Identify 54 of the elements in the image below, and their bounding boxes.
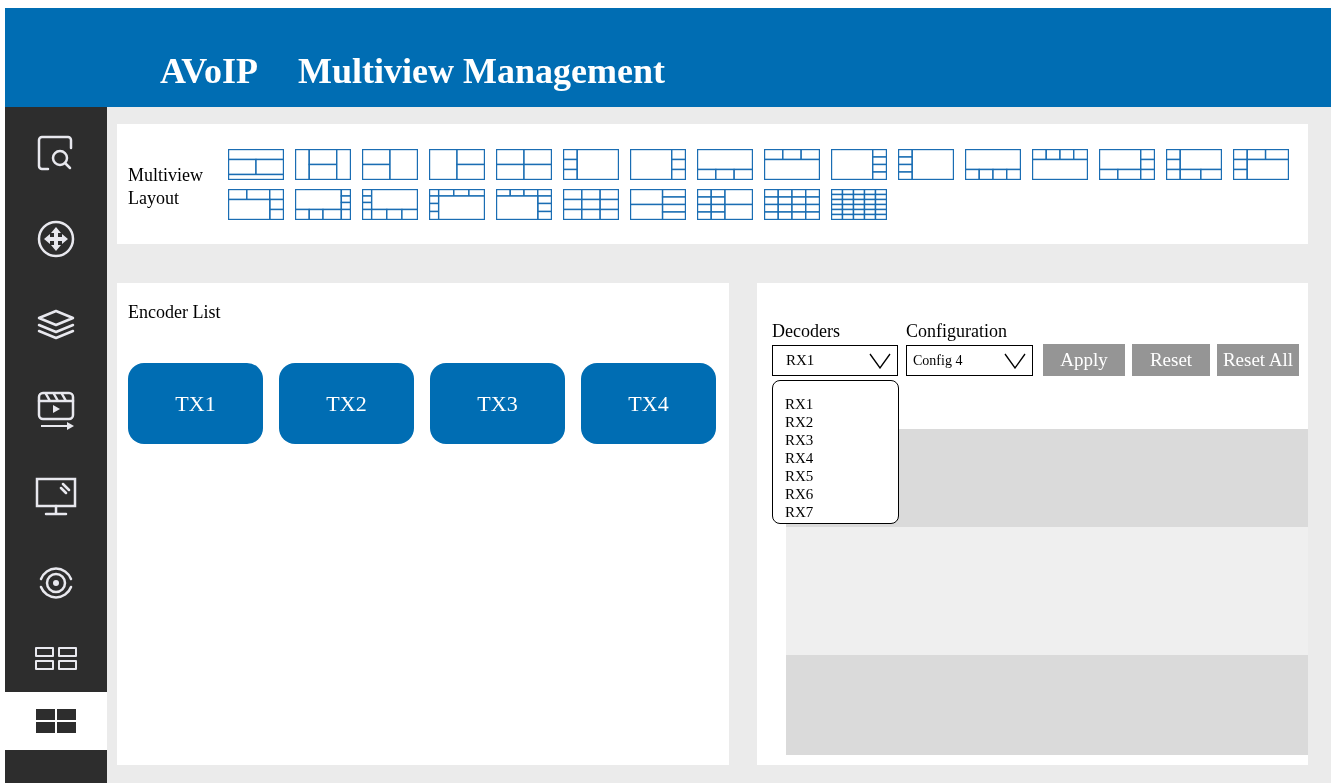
layout-grid-icon[interactable] xyxy=(697,148,753,180)
layout-grid-icon[interactable] xyxy=(496,188,552,220)
encoder-button[interactable]: TX3 xyxy=(430,363,565,444)
layout-grid-icon[interactable] xyxy=(228,148,284,180)
layout-grid-icon[interactable] xyxy=(1032,148,1088,180)
chevron-down-icon xyxy=(1004,352,1026,369)
layout-grid-icon[interactable] xyxy=(1233,148,1289,180)
layout-grid-icon[interactable] xyxy=(295,148,351,180)
layout-grid-icon[interactable] xyxy=(965,148,1021,180)
configuration-select[interactable]: Config 4 xyxy=(906,345,1033,376)
decoder-option[interactable]: RX6 xyxy=(785,485,898,503)
encoder-button[interactable]: TX4 xyxy=(581,363,716,444)
tiles-icon xyxy=(34,646,78,672)
layout-grid-icon[interactable] xyxy=(1166,148,1222,180)
layout-label: Multiview Layout xyxy=(128,164,204,210)
encoder-button[interactable]: TX2 xyxy=(279,363,414,444)
brand-title: AVoIP xyxy=(160,53,259,89)
decoders-label: Decoders xyxy=(772,320,841,342)
move-arrows-icon xyxy=(36,219,76,259)
page-title: Multiview Management xyxy=(298,53,665,89)
monitor-icon xyxy=(35,477,77,517)
decoder-option[interactable]: RX5 xyxy=(785,467,898,485)
video-clip-icon xyxy=(36,391,76,431)
layout-grid-icon[interactable] xyxy=(1099,148,1155,180)
layout-grid-icon[interactable] xyxy=(697,188,753,220)
layout-grid-icon[interactable] xyxy=(630,188,686,220)
layout-grid-icon[interactable] xyxy=(362,148,418,180)
encoder-list-title: Encoder List xyxy=(128,301,222,323)
layout-grid-icon[interactable] xyxy=(831,148,887,180)
layout-grid-icon[interactable] xyxy=(764,188,820,220)
layout-grid-icon[interactable] xyxy=(630,148,686,180)
encoder-button[interactable]: TX1 xyxy=(128,363,263,444)
layout-grid-icon[interactable] xyxy=(563,188,619,220)
decoder-select[interactable]: RX1 xyxy=(772,345,898,376)
layout-grid-icon[interactable] xyxy=(362,188,418,220)
layout-grid-icon[interactable] xyxy=(831,188,887,220)
decoder-option[interactable]: RX4 xyxy=(785,449,898,467)
layout-grid-icon[interactable] xyxy=(764,148,820,180)
decoder-option[interactable]: RX7 xyxy=(785,503,898,521)
layout-grid-icon[interactable] xyxy=(898,148,954,180)
decoder-option[interactable]: RX3 xyxy=(785,431,898,449)
layout-grid-icon[interactable] xyxy=(429,188,485,220)
layout-grid-icon[interactable] xyxy=(429,148,485,180)
configuration-label: Configuration xyxy=(906,320,1008,342)
layout-grid-icon[interactable] xyxy=(295,188,351,220)
layers-icon xyxy=(36,309,76,341)
decoder-option[interactable]: RX2 xyxy=(785,413,898,431)
sidebar-item[interactable] xyxy=(5,692,107,750)
layout-grid-icon[interactable] xyxy=(563,148,619,180)
multiview-icon xyxy=(36,709,76,733)
decoder-option[interactable]: RX1 xyxy=(785,395,898,413)
layout-grid-icon[interactable] xyxy=(228,188,284,220)
chevron-down-icon xyxy=(869,352,891,369)
layout-grid-icon[interactable] xyxy=(496,148,552,180)
